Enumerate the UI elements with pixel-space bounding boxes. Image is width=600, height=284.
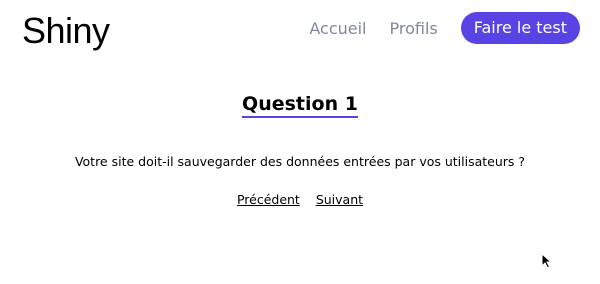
nav-link-profiles[interactable]: Profils [390,19,438,38]
next-link[interactable]: Suivant [316,192,363,207]
mouse-pointer-icon [541,252,553,273]
previous-link[interactable]: Précédent [237,192,300,207]
nav-link-home[interactable]: Accueil [309,19,366,38]
question-text: Votre site doit-il sauvegarder des donné… [74,154,526,169]
site-header: Shiny Accueil Profils Faire le test [0,0,600,62]
question-title-text: Question 1 [242,93,358,118]
main-nav: Accueil Profils Faire le test [309,12,580,44]
take-test-button[interactable]: Faire le test [460,12,580,44]
question-title: Question 1 [0,93,600,118]
question-navigation: Précédent Suivant [0,192,600,207]
shiny-logo[interactable]: Shiny [22,10,110,52]
